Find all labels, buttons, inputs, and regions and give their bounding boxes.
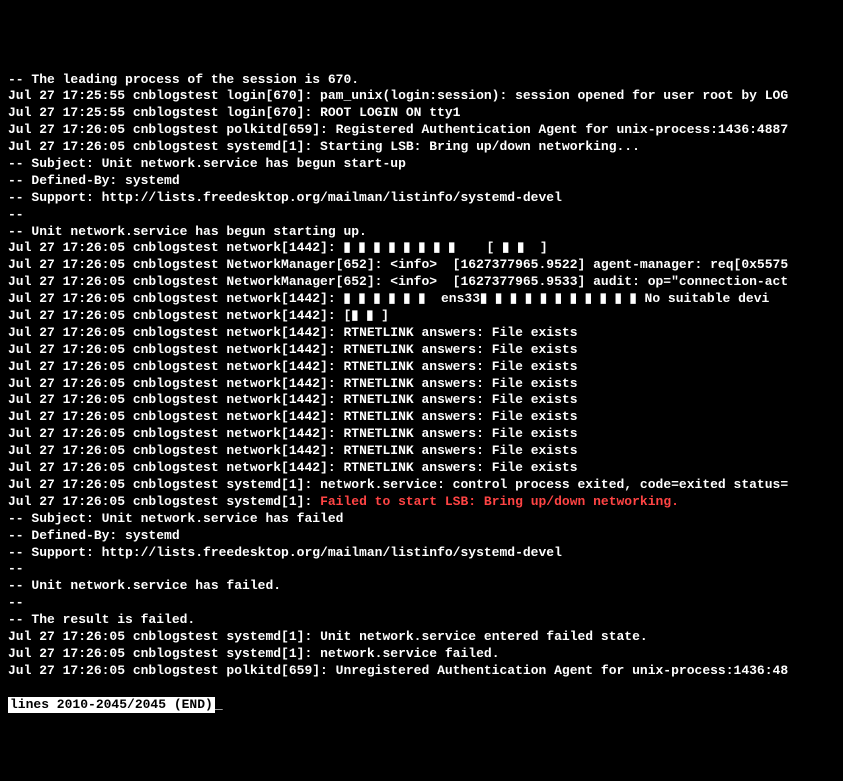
log-line: Jul 27 17:26:05 cnblogstest systemd[1]: … xyxy=(8,139,835,156)
log-prefix: Jul 27 17:26:05 cnblogstest network[1442… xyxy=(8,460,343,475)
log-prefix: Jul 27 17:26:05 cnblogstest NetworkManag… xyxy=(8,274,788,289)
log-line: Jul 27 17:26:05 cnblogstest NetworkManag… xyxy=(8,274,835,291)
log-prefix: -- Unit network.service has begun starti… xyxy=(8,224,367,239)
log-line: -- The leading process of the session is… xyxy=(8,72,835,89)
log-error-message: Failed to start LSB: Bring up/down netwo… xyxy=(320,494,679,509)
log-line: -- The result is failed. xyxy=(8,612,835,629)
log-prefix: -- xyxy=(8,207,24,222)
log-line: -- Support: http://lists.freedesktop.org… xyxy=(8,190,835,207)
log-line: -- xyxy=(8,207,835,224)
log-message: RTNETLINK answers: File exists xyxy=(343,342,577,357)
log-prefix: -- Defined-By: systemd xyxy=(8,528,180,543)
log-message: Registered Authentication Agent for unix… xyxy=(336,122,788,137)
log-line: Jul 27 17:26:05 cnblogstest network[1442… xyxy=(8,376,835,393)
log-line: Jul 27 17:26:05 cnblogstest systemd[1]: … xyxy=(8,494,835,511)
log-line: Jul 27 17:26:05 cnblogstest network[1442… xyxy=(8,342,835,359)
log-line: Jul 27 17:26:05 cnblogstest systemd[1]: … xyxy=(8,646,835,663)
log-line: -- Defined-By: systemd xyxy=(8,528,835,545)
log-line: Jul 27 17:26:05 cnblogstest network[1442… xyxy=(8,409,835,426)
log-prefix: Jul 27 17:26:05 cnblogstest systemd[1]: … xyxy=(8,139,640,154)
pager-status-bar: lines 2010-2045/2045 (END) xyxy=(8,697,215,714)
log-line: Jul 27 17:26:05 cnblogstest network[1442… xyxy=(8,359,835,376)
log-line: -- Unit network.service has begun starti… xyxy=(8,224,835,241)
log-prefix: -- Support: http://lists.freedesktop.org… xyxy=(8,190,562,205)
log-prefix: Jul 27 17:25:55 cnblogstest login[670]: … xyxy=(8,88,788,103)
log-message: network.service failed. xyxy=(320,646,499,661)
log-prefix: -- The result is failed. xyxy=(8,612,195,627)
log-prefix: Jul 27 17:26:05 cnblogstest network[1442… xyxy=(8,426,343,441)
log-prefix: -- xyxy=(8,561,24,576)
log-message: RTNETLINK answers: File exists xyxy=(343,376,577,391)
log-prefix: -- Defined-By: systemd xyxy=(8,173,180,188)
log-prefix: Jul 27 17:26:05 cnblogstest systemd[1]: xyxy=(8,477,320,492)
log-message: Unregistered Authentication Agent for un… xyxy=(336,663,788,678)
log-line: Jul 27 17:26:05 cnblogstest network[1442… xyxy=(8,443,835,460)
log-prefix: Jul 27 17:26:05 cnblogstest network[1442… xyxy=(8,392,343,407)
log-message: RTNETLINK answers: File exists xyxy=(343,443,577,458)
log-prefix: -- Subject: Unit network.service has beg… xyxy=(8,156,406,171)
log-prefix: Jul 27 17:26:05 cnblogstest network[1442… xyxy=(8,240,343,255)
log-prefix: Jul 27 17:26:05 cnblogstest network[1442… xyxy=(8,291,343,306)
log-message: RTNETLINK answers: File exists xyxy=(343,325,577,340)
log-prefix: Jul 27 17:26:05 cnblogstest systemd[1]: xyxy=(8,646,320,661)
log-line: Jul 27 17:26:05 cnblogstest network[1442… xyxy=(8,325,835,342)
log-line: Jul 27 17:26:05 cnblogstest network[1442… xyxy=(8,426,835,443)
log-prefix: Jul 27 17:26:05 cnblogstest systemd[1]: xyxy=(8,629,320,644)
log-line: -- Unit network.service has failed. xyxy=(8,578,835,595)
log-line: Jul 27 17:25:55 cnblogstest login[670]: … xyxy=(8,88,835,105)
log-prefix: Jul 27 17:26:05 cnblogstest network[1442… xyxy=(8,359,343,374)
log-prefix: -- Unit network.service has failed. xyxy=(8,578,281,593)
log-line: Jul 27 17:26:05 cnblogstest network[1442… xyxy=(8,291,835,308)
log-message: Unit network.service entered failed stat… xyxy=(320,629,648,644)
log-prefix: -- xyxy=(8,595,24,610)
log-line: Jul 27 17:26:05 cnblogstest network[1442… xyxy=(8,308,835,325)
log-message: RTNETLINK answers: File exists xyxy=(343,426,577,441)
log-message: RTNETLINK answers: File exists xyxy=(343,460,577,475)
log-prefix: -- Subject: Unit network.service has fai… xyxy=(8,511,343,526)
log-line: Jul 27 17:26:05 cnblogstest systemd[1]: … xyxy=(8,477,835,494)
log-line: Jul 27 17:26:05 cnblogstest systemd[1]: … xyxy=(8,629,835,646)
log-message: RTNETLINK answers: File exists xyxy=(343,359,577,374)
log-prefix: Jul 27 17:26:05 cnblogstest network[1442… xyxy=(8,443,343,458)
log-prefix: -- The leading process of the session is… xyxy=(8,72,359,87)
log-line: Jul 27 17:26:05 cnblogstest NetworkManag… xyxy=(8,257,835,274)
log-line: Jul 27 17:25:55 cnblogstest login[670]: … xyxy=(8,105,835,122)
log-prefix: Jul 27 17:26:05 cnblogstest network[1442… xyxy=(8,308,343,323)
log-line: -- Subject: Unit network.service has beg… xyxy=(8,156,835,173)
log-message: network.service: control process exited,… xyxy=(320,477,788,492)
log-prefix: Jul 27 17:26:05 cnblogstest network[1442… xyxy=(8,376,343,391)
log-prefix: Jul 27 17:26:05 cnblogstest NetworkManag… xyxy=(8,257,788,272)
log-line: -- Defined-By: systemd xyxy=(8,173,835,190)
log-line: Jul 27 17:26:05 cnblogstest network[1442… xyxy=(8,240,835,257)
terminal-output: -- The leading process of the session is… xyxy=(8,72,835,680)
log-prefix: -- Support: http://lists.freedesktop.org… xyxy=(8,545,562,560)
log-message: [▮ ▮ ] xyxy=(343,308,389,323)
log-message: ▮ ▮ ▮ ▮ ▮ ▮ ens33▮ ▮ ▮ ▮ ▮ ▮ ▮ ▮ ▮ ▮ ▮ N… xyxy=(343,291,769,306)
log-line: -- Support: http://lists.freedesktop.org… xyxy=(8,545,835,562)
log-line: -- xyxy=(8,561,835,578)
log-line: Jul 27 17:26:05 cnblogstest polkitd[659]… xyxy=(8,663,835,680)
log-prefix: Jul 27 17:26:05 cnblogstest polkitd[659]… xyxy=(8,663,336,678)
log-prefix: Jul 27 17:26:05 cnblogstest polkitd[659]… xyxy=(8,122,336,137)
log-line: Jul 27 17:26:05 cnblogstest network[1442… xyxy=(8,460,835,477)
log-prefix: Jul 27 17:25:55 cnblogstest login[670]: xyxy=(8,105,320,120)
log-prefix: Jul 27 17:26:05 cnblogstest network[1442… xyxy=(8,342,343,357)
log-message: ▮ ▮ ▮ ▮ ▮ ▮ ▮ ▮ [ ▮ ▮ ] xyxy=(343,240,547,255)
log-message: RTNETLINK answers: File exists xyxy=(343,409,577,424)
log-line: -- Subject: Unit network.service has fai… xyxy=(8,511,835,528)
log-line: Jul 27 17:26:05 cnblogstest polkitd[659]… xyxy=(8,122,835,139)
log-message: ROOT LOGIN ON tty1 xyxy=(320,105,460,120)
log-line: Jul 27 17:26:05 cnblogstest network[1442… xyxy=(8,392,835,409)
cursor: _ xyxy=(215,697,223,712)
log-line: -- xyxy=(8,595,835,612)
log-message: RTNETLINK answers: File exists xyxy=(343,392,577,407)
log-prefix: Jul 27 17:26:05 cnblogstest network[1442… xyxy=(8,325,343,340)
log-prefix: Jul 27 17:26:05 cnblogstest systemd[1]: xyxy=(8,494,320,509)
log-prefix: Jul 27 17:26:05 cnblogstest network[1442… xyxy=(8,409,343,424)
